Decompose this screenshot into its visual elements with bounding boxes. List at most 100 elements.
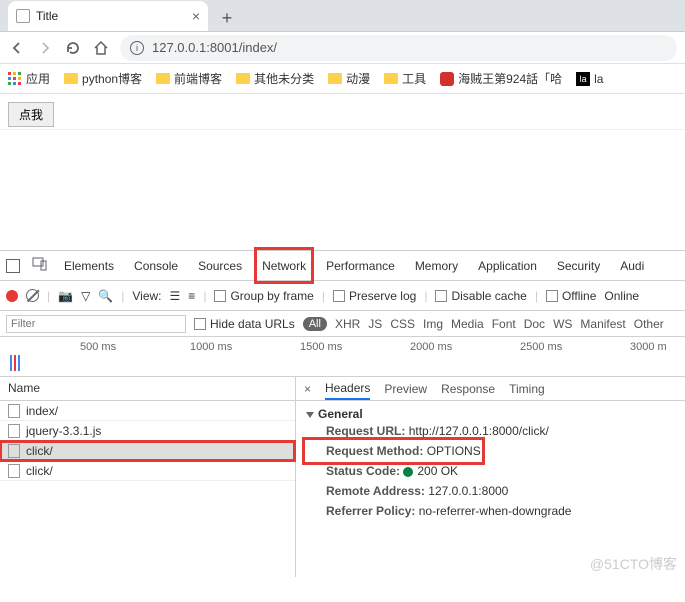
record-button[interactable] [6, 290, 18, 302]
close-detail-button[interactable]: × [304, 382, 311, 396]
timeline[interactable]: 500 ms 1000 ms 1500 ms 2000 ms 2500 ms 3… [0, 337, 685, 377]
reload-button[interactable] [64, 39, 82, 57]
browser-tabbar: Title × + [0, 0, 685, 32]
forward-button[interactable] [36, 39, 54, 57]
tab-audits[interactable]: Audi [616, 251, 648, 280]
close-icon[interactable]: × [192, 8, 200, 24]
filter-css[interactable]: CSS [390, 317, 415, 331]
devtools-tabs: Elements Console Sources Network Perform… [0, 251, 685, 281]
preserve-checkbox[interactable]: Preserve log [333, 289, 416, 303]
throttle-select[interactable]: Online [604, 289, 639, 303]
home-button[interactable] [92, 39, 110, 57]
bookmark-item[interactable]: lala [576, 72, 603, 86]
hide-data-urls-checkbox[interactable]: Hide data URLs [194, 317, 295, 331]
detail-tab-timing[interactable]: Timing [509, 382, 545, 396]
detail-tabs: × Headers Preview Response Timing [296, 377, 685, 401]
click-me-button[interactable]: 点我 [8, 102, 54, 127]
group-checkbox[interactable]: Group by frame [214, 289, 313, 303]
request-row[interactable]: jquery-3.3.1.js [0, 421, 295, 441]
apps-icon [8, 72, 22, 86]
status-code: Status Code: 200 OK [306, 461, 675, 481]
waterfall-icon[interactable]: ≡ [188, 289, 195, 303]
large-rows-icon[interactable]: ☰ [170, 289, 181, 303]
request-row[interactable]: click/ [0, 441, 295, 461]
info-icon[interactable]: i [130, 41, 144, 55]
tab-network[interactable]: Network [258, 251, 310, 280]
tab-memory[interactable]: Memory [411, 251, 462, 280]
remote-address: Remote Address: 127.0.0.1:8000 [306, 481, 675, 501]
folder-icon [64, 73, 78, 84]
bookmark-item[interactable]: 前端博客 [156, 70, 222, 87]
tab-sources[interactable]: Sources [194, 251, 246, 280]
request-url: Request URL: http://127.0.0.1:8000/click… [306, 421, 675, 441]
folder-icon [328, 73, 342, 84]
new-tab-button[interactable]: + [214, 5, 240, 31]
filter-input[interactable] [6, 315, 186, 333]
offline-checkbox[interactable]: Offline [546, 289, 596, 303]
filter-media[interactable]: Media [451, 317, 484, 331]
doc-icon [8, 404, 20, 418]
page-icon [16, 9, 30, 23]
filter-ws[interactable]: WS [553, 317, 572, 331]
watermark: @51CTO博客 [590, 554, 677, 574]
clear-button[interactable] [26, 289, 39, 302]
request-method: Request Method: OPTIONS [306, 441, 481, 461]
la-icon: la [576, 72, 590, 86]
filter-icon[interactable]: ▽ [81, 289, 90, 303]
doc-icon [8, 464, 20, 478]
blank-area [0, 130, 685, 250]
detail-tab-response[interactable]: Response [441, 382, 495, 396]
name-header[interactable]: Name [0, 377, 295, 401]
inspect-icon[interactable] [6, 259, 20, 273]
filter-all[interactable]: All [303, 317, 327, 331]
tab-title: Title [36, 9, 186, 23]
request-row[interactable]: index/ [0, 401, 295, 421]
swirl-icon [440, 72, 454, 86]
filter-font[interactable]: Font [492, 317, 516, 331]
request-row[interactable]: click/ [0, 461, 295, 481]
filter-xhr[interactable]: XHR [335, 317, 360, 331]
bookmarks-bar: 应用 python博客 前端博客 其他未分类 动漫 工具 海贼王第924話「哈 … [0, 64, 685, 94]
status-dot-icon [403, 467, 413, 477]
filter-manifest[interactable]: Manifest [580, 317, 625, 331]
address-bar: i 127.0.0.1:8001/index/ [0, 32, 685, 64]
network-toolbar: | 📷 ▽ 🔍 | View: ☰ ≡ | Group by frame | P… [0, 281, 685, 311]
filter-img[interactable]: Img [423, 317, 443, 331]
camera-icon[interactable]: 📷 [58, 289, 73, 303]
browser-tab[interactable]: Title × [8, 1, 208, 31]
search-icon[interactable]: 🔍 [98, 289, 113, 303]
general-header[interactable]: General [306, 407, 675, 421]
url-text: 127.0.0.1:8001/index/ [152, 40, 277, 55]
request-detail: × Headers Preview Response Timing Genera… [296, 377, 685, 577]
tab-performance[interactable]: Performance [322, 251, 399, 280]
detail-tab-headers[interactable]: Headers [325, 377, 370, 400]
back-button[interactable] [8, 39, 26, 57]
tab-application[interactable]: Application [474, 251, 541, 280]
bookmark-item[interactable]: 工具 [384, 70, 426, 87]
folder-icon [384, 73, 398, 84]
view-label: View: [132, 289, 161, 303]
detail-tab-preview[interactable]: Preview [384, 382, 427, 396]
page-content: 点我 [0, 94, 685, 130]
apps-button[interactable]: 应用 [8, 70, 50, 87]
bookmark-item[interactable]: python博客 [64, 70, 142, 87]
request-list: Name index/ jquery-3.3.1.js click/ click… [0, 377, 296, 577]
filter-doc[interactable]: Doc [524, 317, 545, 331]
tab-console[interactable]: Console [130, 251, 182, 280]
network-body: Name index/ jquery-3.3.1.js click/ click… [0, 377, 685, 577]
device-icon[interactable] [32, 257, 48, 274]
filter-other[interactable]: Other [634, 317, 664, 331]
triangle-icon [306, 412, 314, 418]
bookmark-item[interactable]: 其他未分类 [236, 70, 314, 87]
filter-js[interactable]: JS [368, 317, 382, 331]
bookmark-item[interactable]: 海贼王第924話「哈 [440, 70, 562, 87]
tab-security[interactable]: Security [553, 251, 604, 280]
bookmark-item[interactable]: 动漫 [328, 70, 370, 87]
tab-elements[interactable]: Elements [60, 251, 118, 280]
folder-icon [156, 73, 170, 84]
timeline-bars [10, 355, 20, 371]
referrer-policy: Referrer Policy: no-referrer-when-downgr… [306, 501, 675, 521]
disable-cache-checkbox[interactable]: Disable cache [435, 289, 526, 303]
filter-bar: Hide data URLs All XHR JS CSS Img Media … [0, 311, 685, 337]
address-field[interactable]: i 127.0.0.1:8001/index/ [120, 35, 677, 61]
